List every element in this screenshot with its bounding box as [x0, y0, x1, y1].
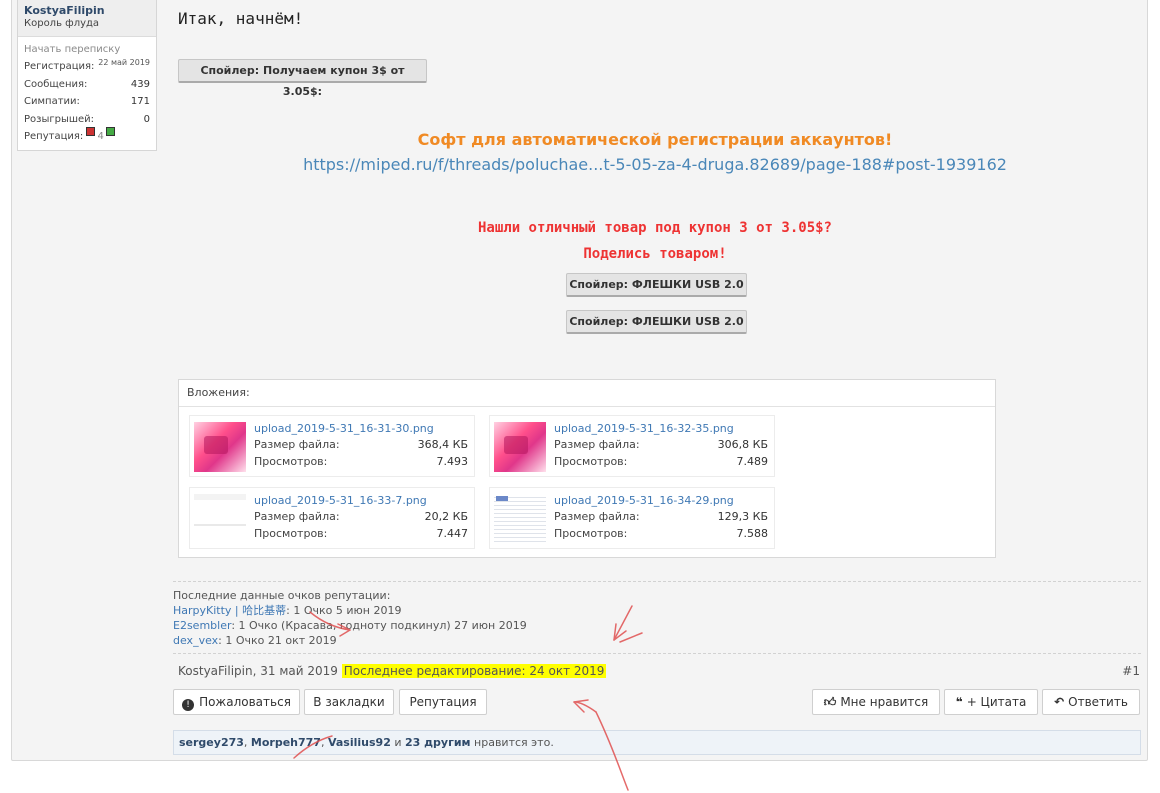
attachments-header: Вложения: — [179, 380, 995, 407]
file-size-label: Размер файла: — [254, 510, 340, 523]
stat-value: 22 май 2019 — [98, 58, 150, 67]
file-size-value: 368,4 КБ — [417, 438, 468, 451]
bookmark-button[interactable]: В закладки — [304, 689, 394, 715]
attachment-filename[interactable]: upload_2019-5-31_16-34-29.png — [554, 494, 734, 507]
post-meta: KostyaFilipin, 31 май 2019 Последнее ред… — [178, 664, 607, 678]
info-icon: ! — [182, 699, 195, 711]
file-size-label: Размер файла: — [254, 438, 340, 451]
reputation-entry: dex_vex: 1 Очко 21 окт 2019 — [173, 633, 527, 648]
likes-others-link[interactable]: 23 другим — [405, 736, 471, 749]
user-title: Король флуда — [24, 18, 100, 29]
report-button[interactable]: ! Пожаловаться — [173, 689, 300, 715]
spoiler-coupon-button[interactable]: Спойлер: Получаем купон 3$ от 3.05$: — [178, 59, 427, 98]
divider — [173, 653, 1141, 654]
share-product-text: Поделись товаром! — [583, 246, 727, 262]
attachments-block: Вложения: upload_2019-5-31_16-31-30.png … — [178, 379, 996, 558]
reputation-entry-text: : 1 Очко 21 окт 2019 — [218, 634, 337, 647]
views-value: 7.493 — [436, 455, 469, 468]
stat-value: 171 — [130, 96, 150, 107]
username-link[interactable]: KostyaFilipin — [24, 4, 150, 17]
divider — [173, 581, 1141, 582]
reputation-user-link[interactable]: E2sembler — [173, 619, 231, 632]
reply-icon: ↶ — [1054, 695, 1065, 709]
user-card: KostyaFilipin Король флуда Начать перепи… — [17, 0, 157, 151]
reply-button[interactable]: ↶ Ответить — [1042, 689, 1140, 715]
attachment-filename[interactable]: upload_2019-5-31_16-31-30.png — [254, 422, 434, 435]
views-value: 7.489 — [736, 455, 769, 468]
liker-link[interactable]: Vasilius92 — [328, 736, 391, 749]
views-value: 7.447 — [436, 527, 469, 540]
soft-link[interactable]: https://miped.ru/f/threads/poluchae...t-… — [0, 155, 1160, 174]
quote-label: + Цитата — [966, 695, 1027, 709]
attachment-item: upload_2019-5-31_16-31-30.png Размер фай… — [189, 415, 475, 477]
reputation-entry: HarpyKitty | 哈比基蒂: 1 Очко 5 июн 2019 — [173, 603, 527, 618]
reply-label: Ответить — [1068, 695, 1128, 709]
file-size-value: 306,8 КБ — [717, 438, 768, 451]
stat-likes: Симпатии: 171 — [24, 93, 150, 111]
stat-label: Розыгрышей: — [24, 113, 95, 125]
reputation-entry-text: : 1 Очко 5 июн 2019 — [286, 604, 402, 617]
soft-title: Софт для автоматической регистрации акка… — [417, 130, 893, 149]
stat-value: 0 — [143, 113, 150, 125]
attachment-thumbnail[interactable] — [194, 494, 246, 544]
attachment-thumbnail[interactable] — [194, 422, 246, 472]
views-label: Просмотров: — [554, 527, 628, 540]
reputation-entry-text: : 1 Очко (Красава, годноту подкинул) 27 … — [231, 619, 527, 632]
spoiler-usb-button[interactable]: Спойлер: ФЛЕШКИ USB 2.0 — [566, 273, 747, 297]
attachment-thumbnail[interactable] — [494, 422, 546, 472]
likes-and: и — [394, 736, 402, 749]
stat-registration: Регистрация: 22 май 2019 — [24, 58, 150, 76]
liker-link[interactable]: sergey273 — [179, 736, 244, 749]
file-size-label: Размер файла: — [554, 438, 640, 451]
file-size-label: Размер файла: — [554, 510, 640, 523]
likes-summary: sergey273, Morpeh777, Vasilius92 и 23 др… — [173, 730, 1141, 755]
stat-value[interactable]: 439 — [131, 76, 150, 94]
attachment-item: upload_2019-5-31_16-34-29.png Размер фай… — [489, 487, 775, 549]
quote-button[interactable]: ❝ + Цитата — [944, 689, 1038, 715]
liker-link[interactable]: Morpeh777 — [251, 736, 321, 749]
report-label: Пожаловаться — [199, 695, 291, 709]
like-label: Мне нравится — [840, 695, 929, 709]
reputation-user-link[interactable]: dex_vex — [173, 634, 218, 647]
attachment-item: upload_2019-5-31_16-33-7.png Размер файл… — [189, 487, 475, 549]
reputation-entry: E2sembler: 1 Очко (Красава, годноту подк… — [173, 618, 527, 633]
post-author-date[interactable]: KostyaFilipin, 31 май 2019 — [178, 664, 338, 678]
stat-label: Сообщения: — [24, 78, 88, 90]
stat-label: Регистрация: — [24, 61, 95, 72]
quote-icon: ❝ — [955, 695, 963, 709]
attachment-item: upload_2019-5-31_16-32-35.png Размер фай… — [489, 415, 775, 477]
user-card-header: KostyaFilipin Король флуда — [18, 0, 156, 37]
attachment-thumbnail[interactable] — [494, 494, 546, 544]
file-size-value: 129,3 КБ — [717, 510, 768, 523]
reputation-user-link[interactable]: HarpyKitty | 哈比基蒂 — [173, 604, 286, 617]
post-number-link[interactable]: #1 — [1122, 664, 1140, 678]
attachment-filename[interactable]: upload_2019-5-31_16-32-35.png — [554, 422, 734, 435]
reputation-log: Последние данные очков репутации: HarpyK… — [173, 588, 527, 648]
attachment-filename[interactable]: upload_2019-5-31_16-33-7.png — [254, 494, 427, 507]
views-label: Просмотров: — [254, 455, 328, 468]
stat-giveaways: Розыгрышей: 0 — [24, 111, 150, 129]
likes-suffix: нравится это. — [474, 736, 554, 749]
stat-label: Симпатии: — [24, 96, 80, 107]
stat-messages: Сообщения: 439 — [24, 76, 150, 94]
spoiler-usb-button-2[interactable]: Спойлер: ФЛЕШКИ USB 2.0 — [566, 310, 747, 334]
found-product-text: Нашли отличный товар под купон 3 от 3.05… — [477, 220, 832, 236]
views-label: Просмотров: — [254, 527, 328, 540]
file-size-value: 20,2 КБ — [424, 510, 468, 523]
reputation-log-header: Последние данные очков репутации: — [173, 589, 391, 602]
views-label: Просмотров: — [554, 455, 628, 468]
like-button[interactable]: 👍︎ Мне нравится — [812, 689, 940, 715]
message-intro: Итак, начнём! — [178, 9, 304, 28]
reputation-button[interactable]: Репутация — [399, 689, 487, 715]
views-value: 7.588 — [736, 527, 769, 540]
thumbs-up-icon: 👍︎ — [823, 695, 837, 709]
last-edited-note: Последнее редактирование: 24 окт 2019 — [341, 664, 607, 678]
